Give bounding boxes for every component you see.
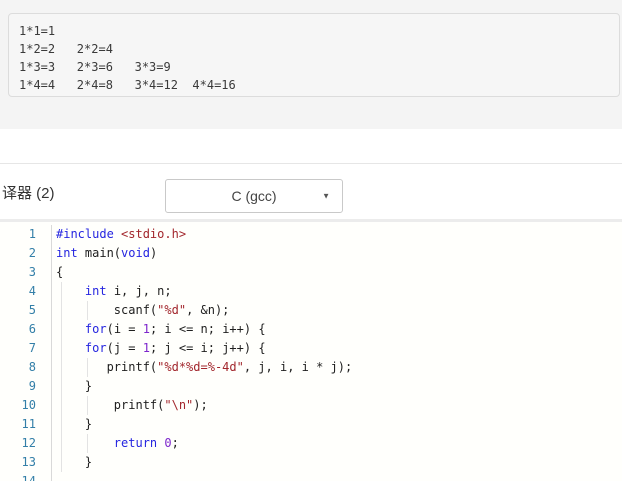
output-line: 1*1=1: [19, 24, 56, 38]
code-line[interactable]: [56, 472, 622, 481]
code-token: "%d*%d=%-4d": [157, 360, 244, 374]
output-panel: 1*1=1 1*2=2 2*2=4 1*3=3 2*3=6 3*3=9 1*4=…: [8, 13, 620, 97]
code-line[interactable]: }: [56, 453, 622, 472]
code-line[interactable]: return 0;: [56, 434, 622, 453]
code-line[interactable]: {: [56, 263, 622, 282]
indent-guide: [61, 339, 62, 358]
line-number: 4: [28, 284, 36, 298]
compiler-label: 译器 (2): [2, 185, 55, 202]
output-line: 1*3=3 2*3=6 3*3=9: [19, 60, 171, 74]
code-token: return: [113, 436, 158, 450]
code-line[interactable]: scanf("%d", &n);: [56, 301, 622, 320]
code-line[interactable]: }: [56, 415, 622, 434]
indent-guide: [87, 434, 88, 453]
language-dropdown[interactable]: C (gcc) ▼: [165, 179, 343, 213]
spacer: [0, 129, 622, 163]
code-token: int: [84, 284, 107, 298]
code-token: 1: [142, 322, 150, 336]
editor-code[interactable]: #include <stdio.h> int main(void){ int i,…: [52, 225, 622, 481]
indent-guide: [87, 301, 88, 320]
code-token: "\n": [164, 398, 194, 412]
compiler-bar: 译器 (2) C (gcc) ▼: [0, 164, 622, 219]
editor-gutter: 1 2 3 4 5 6 7 8 9 10 11 12 13 14: [0, 225, 52, 481]
code-line[interactable]: }: [56, 377, 622, 396]
code-line[interactable]: int i, j, n;: [56, 282, 622, 301]
code-token: {: [56, 265, 64, 279]
code-token: ; j <= i; j++) {: [149, 341, 266, 355]
code-token: "%d": [157, 303, 187, 317]
code-token: 1: [142, 341, 150, 355]
code-token: 0: [164, 436, 172, 450]
chevron-down-icon: ▼: [322, 191, 330, 201]
line-number: 3: [28, 265, 36, 279]
code-token: void: [121, 246, 150, 260]
line-number: 11: [21, 417, 36, 431]
code-token: for: [84, 322, 107, 336]
output-line: 1*2=2 2*2=4: [19, 42, 113, 56]
indent-guide: [87, 396, 88, 415]
output-line: 1*4=4 2*4=8 3*4=12 4*4=16: [19, 78, 236, 92]
code-line[interactable]: for(j = 1; j <= i; j++) {: [56, 339, 622, 358]
indent-guide: [61, 358, 62, 377]
line-number: 12: [21, 436, 36, 450]
indent-guide: [87, 358, 88, 377]
code-line[interactable]: #include <stdio.h>: [56, 225, 622, 244]
indent-guide: [61, 415, 62, 434]
code-token: printf(: [56, 398, 165, 412]
line-number: 8: [28, 360, 36, 374]
code-token: main(: [77, 246, 122, 260]
indent-guide: [61, 434, 62, 453]
code-token: (j =: [106, 341, 143, 355]
code-token: , j, i, i * j);: [243, 360, 353, 374]
line-number: 9: [28, 379, 36, 393]
code-token: #include: [56, 227, 114, 241]
indent-guide: [61, 453, 62, 472]
code-line[interactable]: printf("\n");: [56, 396, 622, 415]
code-token: ; i <= n; i++) {: [149, 322, 266, 336]
code-token: scanf(: [56, 303, 158, 317]
line-number: 2: [28, 246, 36, 260]
code-token: int: [56, 246, 78, 260]
line-number: 13: [21, 455, 36, 469]
language-dropdown-value: C (gcc): [231, 188, 277, 204]
code-token: i, j, n;: [106, 284, 172, 298]
line-number: 1: [28, 227, 36, 241]
indent-guide: [61, 301, 62, 320]
code-token: ;: [171, 436, 179, 450]
output-section: 1*1=1 1*2=2 2*2=4 1*3=3 2*3=6 3*3=9 1*4=…: [0, 0, 622, 129]
line-number: 5: [28, 303, 36, 317]
code-token: ): [149, 246, 158, 260]
code-line[interactable]: printf("%d*%d=%-4d", j, i, i * j);: [56, 358, 622, 377]
code-line[interactable]: for(i = 1; i <= n; i++) {: [56, 320, 622, 339]
line-number: 6: [28, 322, 36, 336]
code-editor[interactable]: 1 2 3 4 5 6 7 8 9 10 11 12 13 14 #include <stdio.h> in…: [0, 222, 622, 481]
indent-guide: [61, 282, 62, 301]
line-number: 14: [21, 474, 36, 481]
code-token: for: [84, 341, 107, 355]
indent-guide: [61, 377, 62, 396]
line-number: 7: [28, 341, 36, 355]
code-line[interactable]: int main(void): [56, 244, 622, 263]
code-token: <stdio.h>: [121, 227, 187, 241]
code-token: , &n);: [186, 303, 230, 317]
line-number: 10: [21, 398, 36, 412]
code-token: (i =: [106, 322, 143, 336]
code-token: );: [193, 398, 208, 412]
code-token: printf(: [56, 360, 158, 374]
indent-guide: [61, 396, 62, 415]
indent-guide: [61, 320, 62, 339]
